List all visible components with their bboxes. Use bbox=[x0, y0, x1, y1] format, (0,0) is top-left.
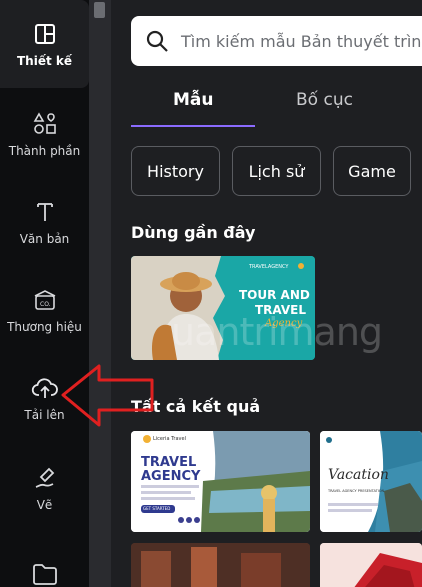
text-icon bbox=[31, 198, 59, 226]
brand-icon: CO. bbox=[31, 286, 59, 314]
card-cta-label: GET STARTED bbox=[143, 506, 171, 511]
watermark-text: uantrimang bbox=[171, 310, 383, 354]
tab-layouts[interactable]: Bố cục bbox=[296, 90, 353, 110]
card-headline-1: TOUR AND bbox=[239, 288, 310, 302]
elements-icon bbox=[31, 110, 59, 138]
template-card-travel-agency[interactable]: Liceria Travel TRAVEL AGENCY GET STARTED bbox=[131, 431, 310, 532]
template-card-4[interactable] bbox=[131, 543, 310, 587]
rail-item-label: Thành phần bbox=[8, 144, 81, 158]
tab-templates[interactable]: Mẫu bbox=[173, 90, 214, 110]
rail-item-label: Thiết kế bbox=[16, 54, 72, 68]
rail-item-text[interactable]: Văn bản bbox=[0, 178, 89, 266]
recent-section-title: Dùng gần đây bbox=[131, 223, 256, 242]
search-placeholder: Tìm kiếm mẫu Bản thuyết trìn bbox=[181, 31, 422, 51]
card-artwork bbox=[131, 543, 310, 587]
search-input[interactable]: Tìm kiếm mẫu Bản thuyết trìn bbox=[131, 16, 422, 66]
chip-history[interactable]: History bbox=[131, 146, 220, 196]
card-artwork bbox=[320, 543, 422, 587]
rail-scrollbar[interactable] bbox=[89, 0, 111, 587]
search-icon bbox=[146, 30, 168, 52]
rail-item-design[interactable]: Thiết kế bbox=[0, 0, 89, 88]
rail-item-label: Tải lên bbox=[24, 408, 65, 422]
results-section-title: Tất cả kết quả bbox=[131, 397, 261, 416]
templates-panel: Tìm kiếm mẫu Bản thuyết trìn Mẫu Bố cục … bbox=[111, 0, 422, 587]
layout-icon bbox=[31, 20, 59, 48]
left-rail: Thiết kế Thành phần Văn bản CO. Thương h… bbox=[0, 0, 89, 587]
rail-item-projects[interactable] bbox=[0, 530, 89, 587]
rail-item-label: Vẽ bbox=[36, 498, 53, 512]
rail-item-label: Văn bản bbox=[19, 232, 70, 246]
draw-icon bbox=[31, 464, 59, 492]
upload-cloud-icon bbox=[31, 374, 59, 402]
card-headline-1: TRAVEL bbox=[141, 455, 197, 470]
card-headline-2: AGENCY bbox=[141, 469, 201, 484]
chip-game[interactable]: Game bbox=[333, 146, 411, 196]
template-card-vacation[interactable]: Vacation TRAVEL AGENCY PRESENTATION bbox=[320, 431, 422, 532]
template-card-5[interactable] bbox=[320, 543, 422, 587]
card-headline: Vacation bbox=[328, 467, 389, 483]
active-tab-indicator bbox=[131, 125, 255, 127]
chip-lich-su[interactable]: Lịch sử bbox=[232, 146, 321, 196]
scrollbar-thumb[interactable] bbox=[94, 2, 105, 18]
card-brand: TRAVELAGENCY bbox=[249, 264, 289, 270]
rail-item-uploads[interactable]: Tải lên bbox=[0, 354, 89, 442]
folder-icon bbox=[31, 560, 59, 587]
card-subtitle: TRAVEL AGENCY PRESENTATION bbox=[328, 489, 385, 493]
rail-item-brand[interactable]: CO. Thương hiệu bbox=[0, 266, 89, 354]
rail-item-label: Thương hiệu bbox=[7, 320, 82, 334]
rail-item-elements[interactable]: Thành phần bbox=[0, 90, 89, 178]
card-brand: Liceria Travel bbox=[153, 436, 186, 442]
rail-item-draw[interactable]: Vẽ bbox=[0, 444, 89, 532]
svg-text:CO.: CO. bbox=[40, 301, 51, 308]
